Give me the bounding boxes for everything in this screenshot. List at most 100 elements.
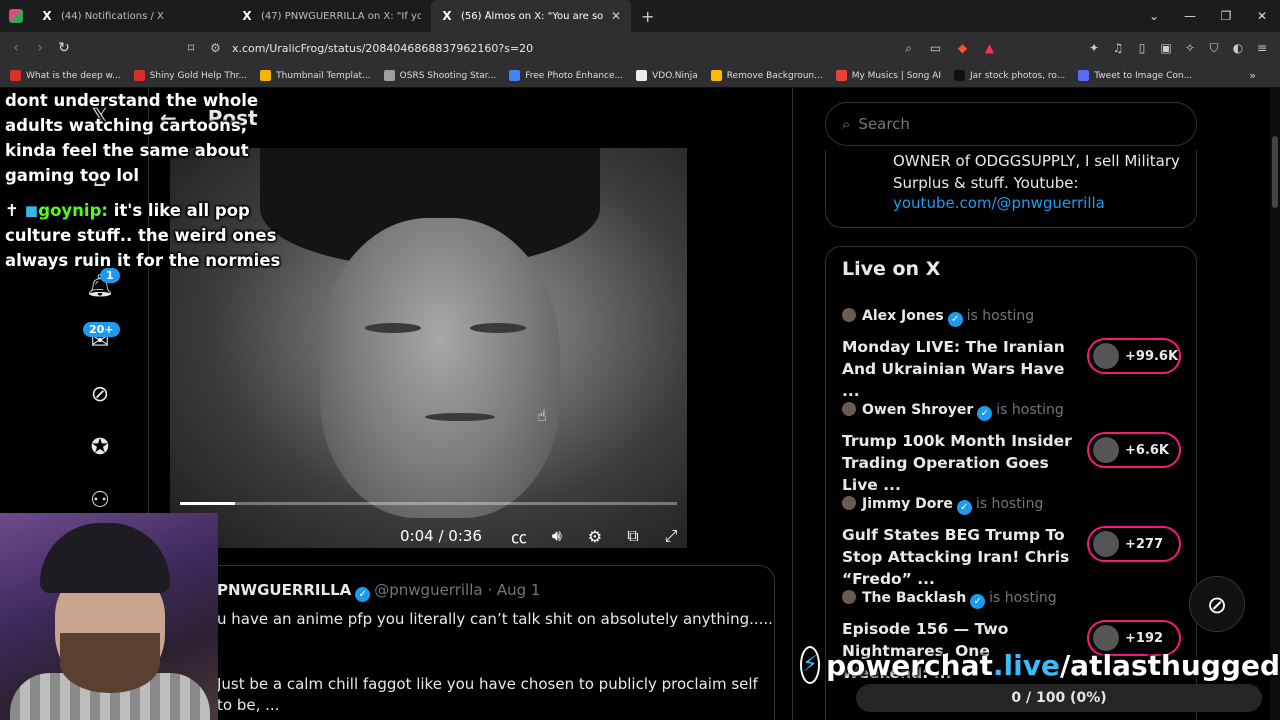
quoted-author-name[interactable]: PNWGUERRILLA bbox=[217, 581, 351, 599]
verified-badge-icon: ✓ bbox=[956, 500, 972, 515]
bio-link[interactable]: youtube.com/@pnwguerrilla bbox=[893, 194, 1105, 212]
zoom-icon[interactable]: ⌕ bbox=[895, 41, 922, 56]
bookmark-favicon bbox=[954, 70, 966, 81]
leo-ai-icon[interactable]: ✧ bbox=[1178, 41, 1202, 55]
tab-notifications[interactable]: X (44) Notifications / X bbox=[31, 0, 231, 32]
window-controls: ⌄ — ❐ ✕ bbox=[1136, 0, 1280, 32]
grok-floating-button[interactable]: ⊘ bbox=[1189, 576, 1245, 632]
bookmark-item[interactable]: OSRS Shooting Star... bbox=[383, 70, 496, 81]
address-bar[interactable]: ⌑ ⚙ x.com/UralicFrog/status/208404686883… bbox=[188, 36, 1016, 60]
host-name[interactable]: The Backlash bbox=[862, 590, 966, 606]
live-listeners-pill[interactable]: +277 bbox=[1087, 526, 1181, 562]
listener-count: +99.6K bbox=[1125, 348, 1179, 364]
bookmark-favicon bbox=[10, 70, 21, 81]
search-placeholder: Search bbox=[858, 115, 910, 133]
bookmark-item[interactable]: Jar stock photos, ro... bbox=[954, 70, 1065, 81]
bookmark-label: Shiny Gold Help Thr... bbox=[149, 70, 248, 81]
host-name[interactable]: Owen Shroyer bbox=[862, 402, 973, 418]
browser-tab-bar: X (44) Notifications / X X (47) PNWGUERR… bbox=[0, 0, 1280, 32]
bookmark-item[interactable]: Free Photo Enhance... bbox=[509, 70, 623, 81]
browser-app-icon[interactable] bbox=[9, 9, 23, 23]
close-tab-icon[interactable]: ✕ bbox=[611, 9, 621, 23]
tab-almos[interactable]: X (56) Ålmos on X: "You are so tuff ✕ bbox=[431, 0, 631, 32]
captions-icon[interactable]: ㏄ bbox=[500, 524, 538, 548]
live-item[interactable]: Owen Shroyer ✓ is hosting Trump 100k Month… bbox=[842, 402, 1187, 494]
listener-avatar bbox=[1093, 437, 1119, 463]
chat-cube-icon: ◼ bbox=[24, 201, 39, 220]
maximize-icon[interactable]: ❐ bbox=[1208, 9, 1244, 23]
page-scrollbar[interactable] bbox=[1270, 88, 1280, 720]
bookmark-label: Free Photo Enhance... bbox=[525, 70, 624, 81]
wallet-icon[interactable]: ▣ bbox=[1154, 41, 1178, 55]
picture-in-picture-icon[interactable]: ⧉ bbox=[614, 526, 652, 546]
tab-pnwguerrilla[interactable]: X (47) PNWGUERRILLA on X: "If you ha bbox=[231, 0, 431, 32]
listener-avatar bbox=[1093, 343, 1119, 369]
video-frame-face bbox=[320, 218, 560, 518]
bookmark-item[interactable]: Shiny Gold Help Thr... bbox=[133, 70, 248, 81]
bookmarks-overflow-icon[interactable]: » bbox=[1249, 69, 1256, 82]
verified-badge-icon: ✓ bbox=[970, 594, 986, 609]
bookmark-favicon bbox=[383, 70, 395, 81]
forward-icon[interactable]: › bbox=[28, 40, 52, 56]
bookmark-item[interactable]: What is the deep w... bbox=[10, 70, 121, 81]
live-host: Jimmy Dore ✓ is hosting bbox=[842, 496, 1043, 515]
vpn-shield-icon[interactable]: ⛉ bbox=[1202, 41, 1226, 56]
scrollbar-thumb[interactable] bbox=[1272, 136, 1278, 208]
settings-gear-icon[interactable]: ⚙ bbox=[576, 527, 614, 546]
bookmark-item[interactable]: Thumbnail Templat... bbox=[260, 70, 371, 81]
verified-badge-icon: ✓ bbox=[977, 406, 993, 421]
brave-rewards-icon[interactable]: ▲ bbox=[976, 41, 1003, 55]
menu-icon[interactable]: ≡ bbox=[1250, 41, 1274, 55]
bookmark-item[interactable]: My Musics | Song AI bbox=[835, 70, 941, 81]
live-listeners-pill[interactable]: +6.6K bbox=[1087, 432, 1181, 468]
streamer-webcam bbox=[0, 513, 218, 720]
listener-avatar bbox=[1093, 531, 1119, 557]
brave-shields-icon[interactable]: ◆ bbox=[949, 41, 976, 55]
reload-icon[interactable]: ↻ bbox=[52, 40, 76, 56]
bookmarks-bar: What is the deep w... Shiny Gold Help Th… bbox=[0, 64, 1280, 88]
profile-icon[interactable]: ⚇ bbox=[86, 487, 114, 515]
bookmark-item[interactable]: Remove Backgroun... bbox=[710, 70, 823, 81]
minimize-icon[interactable]: — bbox=[1172, 9, 1208, 23]
host-name[interactable]: Jimmy Dore bbox=[862, 496, 953, 512]
back-icon[interactable]: ‹ bbox=[4, 40, 28, 56]
tab-title: (47) PNWGUERRILLA on X: "If you ha bbox=[261, 10, 421, 22]
video-progress-bar[interactable] bbox=[180, 502, 677, 505]
powerchat-banner: ⚡ powerchat .live/atlasthugged bbox=[800, 645, 1280, 685]
grok-icon[interactable]: ⊘ bbox=[86, 381, 114, 409]
hosting-label: is hosting bbox=[996, 402, 1064, 418]
extensions-puzzle-icon[interactable]: ✦ bbox=[1082, 41, 1106, 55]
media-icon[interactable]: ♫ bbox=[1106, 41, 1130, 55]
live-host: The Backlash ✓ is hosting bbox=[842, 590, 1057, 609]
listener-count: +192 bbox=[1125, 630, 1164, 646]
site-settings-icon[interactable]: ⚙ bbox=[210, 41, 232, 55]
bookmark-item[interactable]: Tweet to Image Con... bbox=[1078, 70, 1192, 81]
bookmark-icon[interactable]: ⌑ bbox=[188, 41, 210, 55]
host-name[interactable]: Alex Jones bbox=[862, 308, 944, 324]
goal-label: 0 / 100 (0%) bbox=[1011, 690, 1107, 706]
tab-list-chevron-icon[interactable]: ⌄ bbox=[1136, 9, 1172, 23]
verified-icon[interactable]: ✪ bbox=[86, 434, 114, 462]
new-tab-icon[interactable]: + bbox=[641, 7, 654, 26]
bookmark-item[interactable]: VDO.Ninja bbox=[636, 70, 698, 81]
quoted-author-handle: @pnwguerrilla · Aug 1 bbox=[374, 581, 541, 599]
chat-badge-icon: ✝ bbox=[5, 201, 25, 220]
verified-badge-icon: ✓ bbox=[947, 312, 963, 327]
live-item[interactable]: Jimmy Dore ✓ is hosting Gulf States BEG Tr… bbox=[842, 496, 1187, 588]
close-window-icon[interactable]: ✕ bbox=[1244, 9, 1280, 23]
bookmark-label: Tweet to Image Con... bbox=[1094, 70, 1193, 81]
host-avatar bbox=[842, 402, 856, 416]
cast-icon[interactable]: ▭ bbox=[922, 41, 949, 55]
video-frame-mouth bbox=[425, 413, 495, 421]
bookmark-favicon bbox=[133, 70, 145, 81]
live-listeners-pill[interactable]: +99.6K bbox=[1087, 338, 1181, 374]
chat-message: ✝ ◼goynip: it's like all pop culture stu… bbox=[5, 198, 295, 273]
volume-icon[interactable]: 🔊︎ bbox=[538, 526, 576, 546]
search-input[interactable]: ⌕ Search bbox=[825, 102, 1197, 146]
live-host: Owen Shroyer ✓ is hosting bbox=[842, 402, 1064, 421]
live-item[interactable]: Alex Jones ✓ is hosting Monday LIVE: The I… bbox=[842, 308, 1187, 400]
sidebar-icon[interactable]: ▯ bbox=[1130, 41, 1154, 55]
tab-title: (56) Ålmos on X: "You are so tuff bbox=[461, 10, 605, 22]
fullscreen-icon[interactable]: ⤢ bbox=[652, 526, 690, 546]
profile-icon[interactable]: ◐ bbox=[1226, 41, 1250, 55]
